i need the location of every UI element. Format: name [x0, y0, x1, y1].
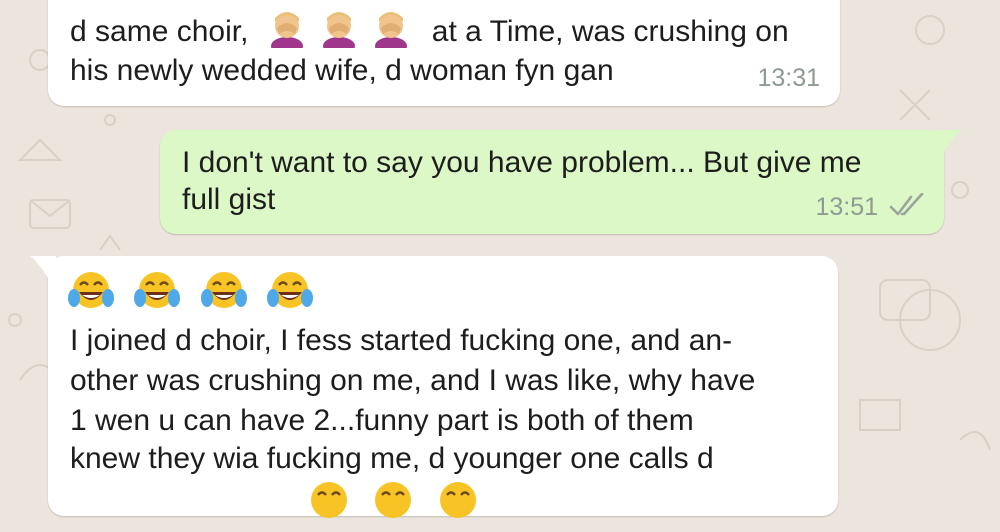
message-text-line: his newly wedded wife, d woman fyn gan — [70, 54, 614, 87]
double-check-icon — [889, 193, 924, 216]
message-text: at a Time, was crushing on — [431, 14, 789, 48]
tears-of-joy-emoji — [435, 480, 481, 532]
message-timestamp: 13:51 — [815, 193, 878, 221]
emoji-row-partial — [306, 480, 481, 532]
tears-of-joy-emoji — [200, 270, 247, 322]
message-text-line: 1 wen u can have 2...funny part is both … — [70, 404, 694, 437]
facepalm-woman-emoji — [265, 8, 309, 58]
facepalm-woman-emoji — [369, 8, 413, 58]
tears-of-joy-emoji — [68, 270, 114, 322]
tears-of-joy-emoji — [267, 270, 314, 322]
tears-of-joy-emoji — [306, 480, 352, 532]
message-text-line: full gist — [182, 183, 276, 216]
message-text-line: d same choir, at a Time, was crushing on — [70, 8, 789, 58]
message-text-line: I don't want to say you have problem... … — [182, 146, 862, 179]
tears-of-joy-emoji — [370, 480, 416, 532]
message-text-line: knew they wia fucking me, d younger one … — [70, 442, 714, 475]
message-text: d same choir, — [70, 14, 249, 48]
facepalm-woman-emoji — [317, 8, 361, 58]
incoming-message-bubble[interactable]: I joined d choir, I fess started fucking… — [48, 256, 838, 518]
emoji-row — [68, 270, 314, 310]
incoming-message-bubble[interactable]: d same choir, at a Time, was crushing on… — [48, 0, 840, 106]
message-text-line: I joined d choir, I fess started fucking… — [70, 324, 733, 357]
message-timestamp: 13:31 — [757, 64, 820, 92]
tears-of-joy-emoji — [134, 270, 181, 322]
message-text-line: other was crushing on me, and I was like… — [70, 364, 756, 397]
outgoing-message-bubble[interactable]: I don't want to say you have problem... … — [160, 130, 944, 234]
outgoing-bubble-tail — [936, 130, 962, 152]
incoming-bubble-tail — [30, 256, 56, 278]
